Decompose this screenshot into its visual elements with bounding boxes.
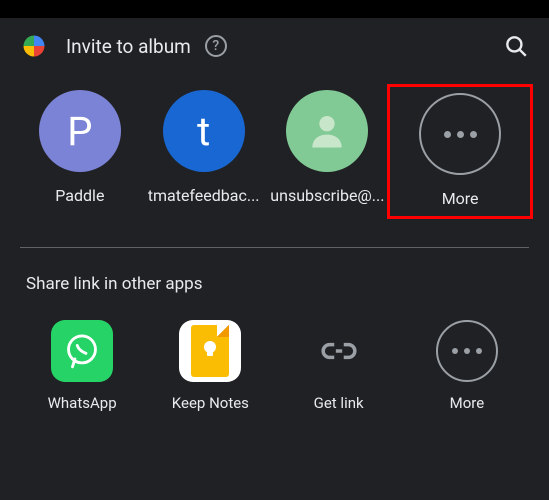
avatar: P: [39, 90, 121, 172]
app-whatsapp[interactable]: WhatsApp: [18, 320, 146, 412]
contact-unsubscribe[interactable]: unsubscribe@...: [266, 90, 390, 211]
person-icon: [305, 109, 349, 153]
avatar: t: [163, 90, 245, 172]
top-image-strip: [0, 0, 549, 18]
keep-notes-icon: [179, 320, 241, 382]
contact-paddle[interactable]: P Paddle: [18, 90, 142, 211]
contacts-row: P Paddle t tmatefeedbac... unsubscribe@.…: [0, 70, 549, 239]
contact-label: Paddle: [55, 186, 104, 205]
header-title: Invite to album: [66, 35, 191, 58]
help-icon[interactable]: ?: [205, 35, 227, 57]
avatar-initial: t: [197, 108, 210, 155]
app-label: WhatsApp: [48, 394, 117, 412]
link-icon: [308, 320, 370, 382]
share-section-title: Share link in other apps: [0, 248, 549, 302]
app-get-link[interactable]: Get link: [275, 320, 403, 412]
app-label: Keep Notes: [172, 394, 249, 412]
contact-more-highlighted[interactable]: More: [387, 84, 533, 219]
avatar: [286, 90, 368, 172]
contact-label: unsubscribe@...: [270, 186, 384, 205]
app-more[interactable]: More: [403, 320, 531, 412]
more-circle: [419, 93, 501, 175]
app-keep-notes[interactable]: Keep Notes: [146, 320, 274, 412]
more-circle-icon: [436, 320, 498, 382]
app-label: More: [450, 394, 485, 412]
contact-tmate[interactable]: t tmatefeedbac...: [142, 90, 266, 211]
search-icon[interactable]: [503, 33, 529, 59]
apps-row: WhatsApp Keep Notes Get link: [0, 302, 549, 432]
whatsapp-icon: [51, 320, 113, 382]
dots-icon: [452, 348, 482, 354]
app-label: Get link: [314, 394, 364, 412]
google-photos-icon: [20, 32, 48, 60]
avatar-initial: P: [67, 108, 92, 155]
header-bar: Invite to album ?: [0, 18, 549, 70]
contact-label: tmatefeedbac...: [148, 186, 260, 205]
contact-label: More: [442, 189, 479, 208]
dots-icon: [444, 131, 477, 138]
